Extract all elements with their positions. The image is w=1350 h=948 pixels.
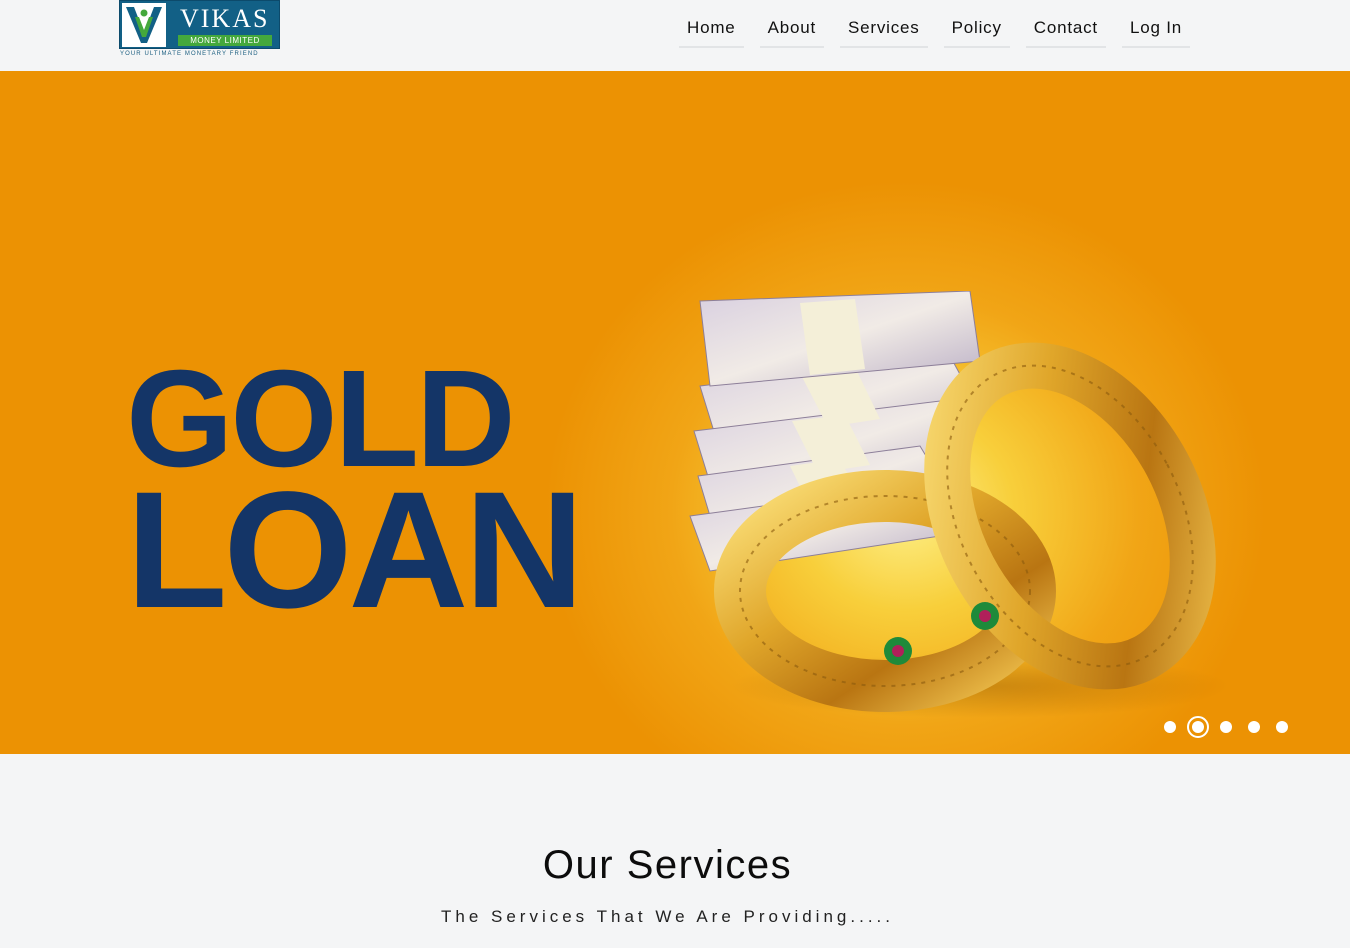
brand-name: VIKAS: [180, 4, 270, 33]
brand-logo[interactable]: VIKAS MONEY LIMITED YOUR ULTIMATE MONETA…: [119, 0, 281, 60]
brand-band: MONEY LIMITED: [178, 35, 272, 46]
slide-dot-3[interactable]: [1220, 721, 1232, 733]
site-header: VIKAS MONEY LIMITED YOUR ULTIMATE MONETA…: [0, 0, 1350, 71]
main-nav: Home About Services Policy Contact Log I…: [679, 8, 1191, 50]
slider-pagination: [1164, 716, 1304, 738]
nav-policy[interactable]: Policy: [943, 8, 1010, 48]
slide-dot-1[interactable]: [1164, 721, 1176, 733]
hero-heading: GOLD LOAN: [126, 350, 584, 643]
vikas-emblem-icon: [122, 3, 166, 47]
services-subheading: The Services That We Are Providing.....: [440, 907, 894, 926]
hero-line-loan: LOAN: [126, 457, 584, 643]
services-heading: Our Services: [542, 843, 793, 887]
gold-bangles-and-cash-image: [689, 291, 1230, 718]
slide-dot-2[interactable]: [1187, 716, 1209, 738]
brand-tagline: YOUR ULTIMATE MONETARY FRIEND: [120, 51, 259, 57]
logo-box: VIKAS MONEY LIMITED: [119, 0, 280, 49]
hero-slider[interactable]: GOLD LOAN: [0, 71, 1350, 754]
nav-services[interactable]: Services: [840, 8, 928, 48]
nav-login[interactable]: Log In: [1121, 8, 1191, 48]
slide-dot-5[interactable]: [1276, 721, 1288, 733]
nav-home[interactable]: Home: [679, 8, 744, 48]
nav-about[interactable]: About: [759, 8, 824, 48]
nav-contact[interactable]: Contact: [1025, 8, 1106, 48]
slide-dot-4[interactable]: [1248, 721, 1260, 733]
